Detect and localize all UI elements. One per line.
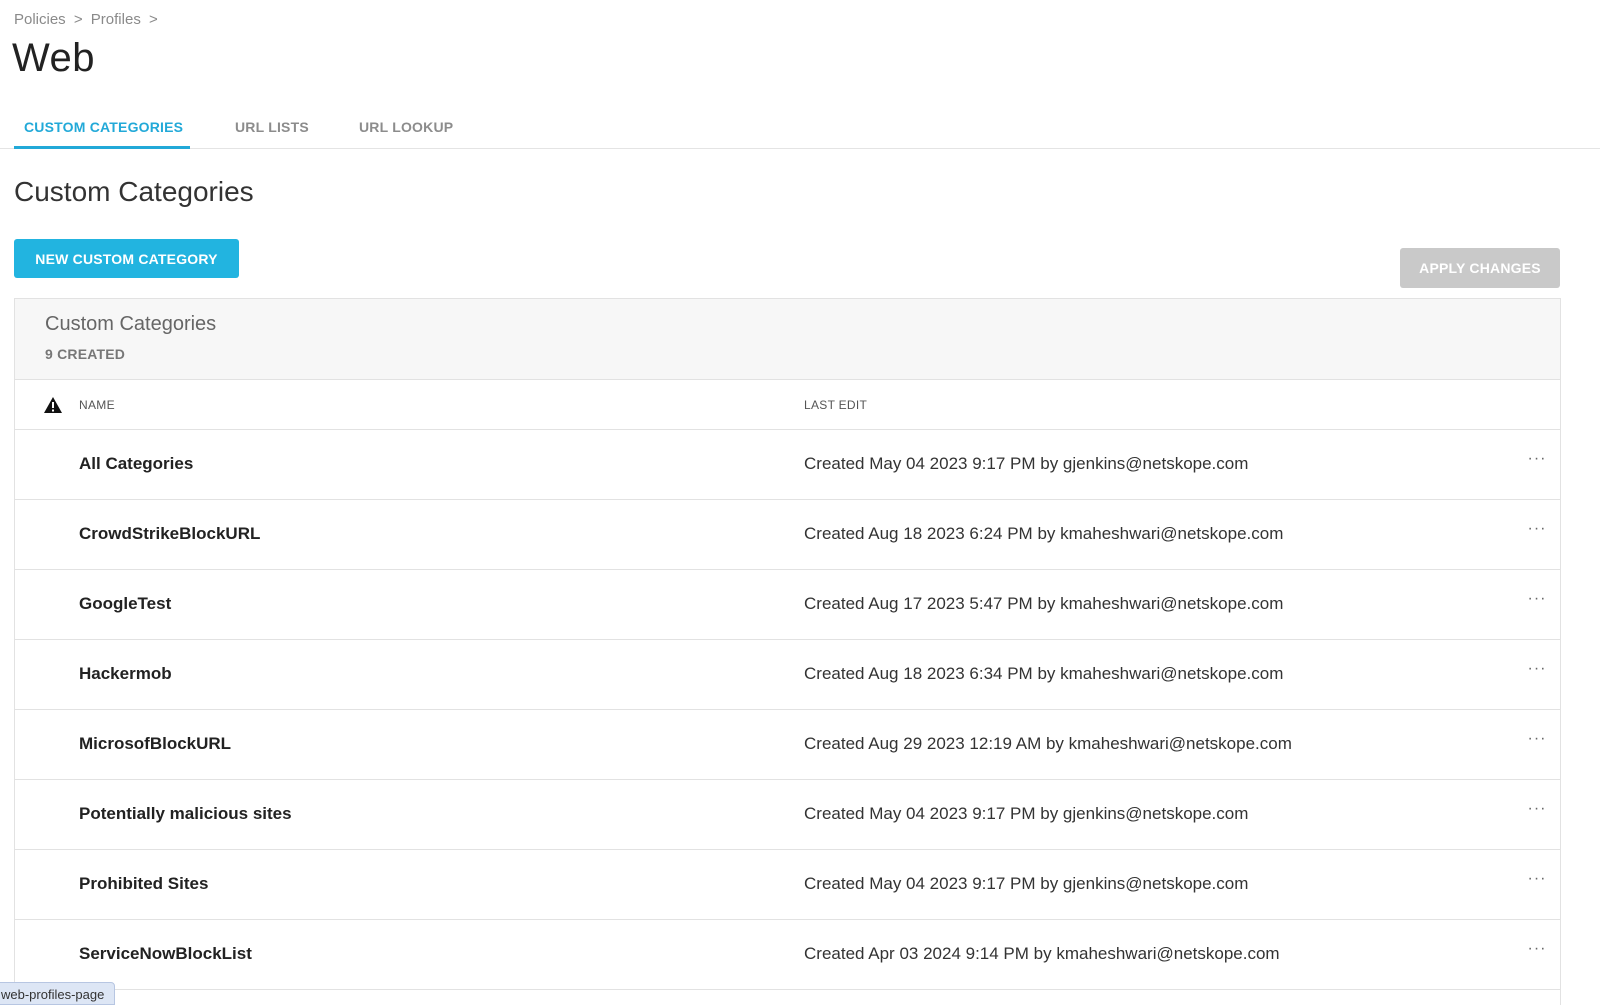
last-edit-text: Created Apr 03 2024 9:14 PM by kmaheshwa… [804,944,1280,963]
more-options-icon[interactable]: ··· [1525,871,1549,892]
more-options-icon[interactable]: ··· [1525,941,1549,962]
last-edit-text: Created May 04 2023 9:17 PM by gjenkins@… [804,454,1249,473]
panel-title: Custom Categories [45,313,217,335]
tab-custom-categories[interactable]: CUSTOM CATEGORIES [14,119,190,149]
last-edit-text: Created Aug 29 2023 12:19 AM by kmaheshw… [804,734,1292,753]
tab-url-lookup[interactable]: URL LOOKUP [359,119,453,149]
more-options-icon[interactable]: ··· [1525,451,1549,472]
breadcrumb: Policies > Profiles > [14,11,162,28]
table-row[interactable]: MicrosofBlockURL Created Aug 29 2023 12:… [15,710,1560,780]
category-name[interactable]: ServiceNowBlockList [79,944,252,964]
table-row[interactable]: Hackermob Created Aug 18 2023 6:34 PM by… [15,640,1560,710]
panel-header: Custom Categories 9 CREATED [15,299,1560,380]
table-row[interactable]: ServiceNowBlockList Created Apr 03 2024 … [15,920,1560,990]
new-custom-category-button[interactable]: NEW CUSTOM CATEGORY [14,239,239,278]
more-options-icon[interactable]: ··· [1525,731,1549,752]
last-edit-text: Created Aug 18 2023 6:24 PM by kmaheshwa… [804,524,1284,543]
section-title: Custom Categories [14,176,254,207]
last-edit-text: Created Aug 18 2023 6:34 PM by kmaheshwa… [804,664,1284,683]
tab-url-lists[interactable]: URL LISTS [235,119,309,149]
more-options-icon[interactable]: ··· [1525,521,1549,542]
tab-bar: CUSTOM CATEGORIES URL LISTS URL LOOKUP [0,112,1600,149]
category-name[interactable]: GoogleTest [79,594,171,614]
status-tooltip: web-profiles-page [0,982,116,1005]
breadcrumb-profiles[interactable]: Profiles [91,11,141,28]
category-name[interactable]: CrowdStrikeBlockURL [79,524,260,544]
category-name[interactable]: Prohibited Sites [79,874,208,894]
breadcrumb-separator: > [73,11,83,28]
more-options-icon[interactable]: ··· [1525,591,1549,612]
category-name[interactable]: Hackermob [79,664,172,684]
column-header-last-edit[interactable]: LAST EDIT [804,398,867,412]
category-name[interactable]: All Categories [79,454,193,474]
table-row[interactable]: Potentially malicious sites Created May … [15,780,1560,850]
column-header-name[interactable]: NAME [79,398,115,412]
breadcrumb-separator: > [149,11,158,28]
last-edit-text: Created Aug 17 2023 5:47 PM by kmaheshwa… [804,594,1284,613]
last-edit-text: Created May 04 2023 9:17 PM by gjenkins@… [804,874,1249,893]
apply-changes-button: APPLY CHANGES [1400,248,1560,288]
last-edit-text: Created May 04 2023 9:17 PM by gjenkins@… [804,804,1249,823]
table-row[interactable]: Prohibited Sites Created May 04 2023 9:1… [15,850,1560,920]
page-title: Web [12,36,96,80]
custom-categories-panel: Custom Categories 9 CREATED NAME LAST ED… [14,298,1561,1005]
table-row[interactable]: All Categories Created May 04 2023 9:17 … [15,430,1560,500]
category-name[interactable]: Potentially malicious sites [79,804,292,824]
warning-triangle-icon [44,397,62,413]
table-row[interactable]: GoogleTest Created Aug 17 2023 5:47 PM b… [15,570,1560,640]
more-options-icon[interactable]: ··· [1525,661,1549,682]
table-header: NAME LAST EDIT [15,380,1560,430]
category-name[interactable]: MicrosofBlockURL [79,734,231,754]
more-options-icon[interactable]: ··· [1525,801,1549,822]
created-count: 9 CREATED [45,346,126,362]
breadcrumb-policies[interactable]: Policies [14,11,66,28]
table-row[interactable]: CrowdStrikeBlockURL Created Aug 18 2023 … [15,500,1560,570]
